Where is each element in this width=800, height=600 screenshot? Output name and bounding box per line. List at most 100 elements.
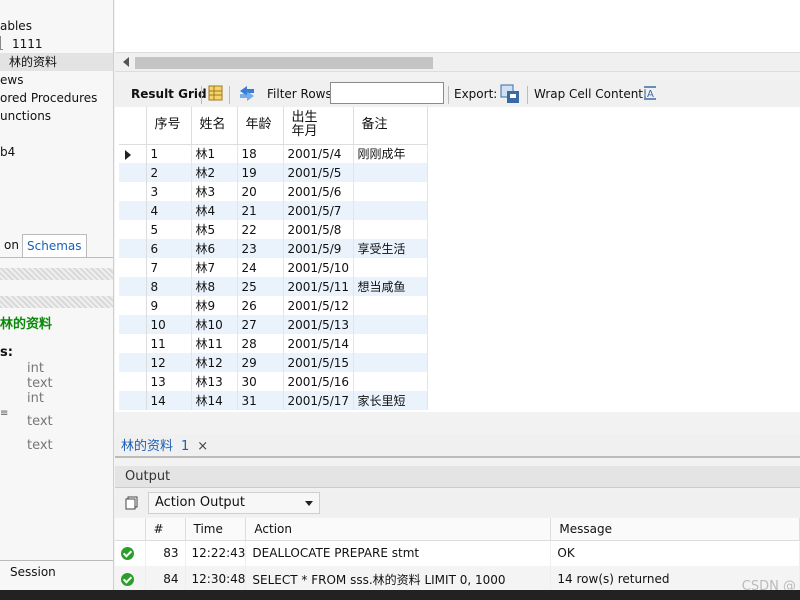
table-cell[interactable] bbox=[353, 220, 428, 239]
table-cell[interactable]: 家长里短 bbox=[353, 391, 428, 410]
table-cell[interactable]: 26 bbox=[237, 296, 284, 315]
table-cell[interactable]: 23 bbox=[237, 239, 284, 258]
table-cell[interactable]: 林1 bbox=[191, 144, 238, 163]
table-cell[interactable]: 11 bbox=[146, 334, 192, 353]
row-indicator[interactable] bbox=[119, 182, 147, 201]
tab-schemas[interactable]: Schemas bbox=[22, 234, 87, 257]
table-cell[interactable]: 林11 bbox=[191, 334, 238, 353]
table-cell[interactable]: 刚刚成年 bbox=[353, 144, 428, 163]
editor-horizontal-scrollbar[interactable] bbox=[115, 52, 800, 72]
table-cell[interactable]: 4 bbox=[146, 201, 192, 220]
row-indicator[interactable] bbox=[119, 144, 147, 163]
output-column-header[interactable]: Action bbox=[245, 518, 552, 541]
panel-divider[interactable] bbox=[0, 268, 113, 280]
table-cell[interactable]: 享受生活 bbox=[353, 239, 428, 258]
table-cell[interactable]: 林12 bbox=[191, 353, 238, 372]
table-cell[interactable]: 林3 bbox=[191, 182, 238, 201]
sql-editor[interactable] bbox=[115, 0, 800, 52]
filter-rows-input[interactable] bbox=[330, 82, 444, 104]
table-cell[interactable]: 25 bbox=[237, 277, 284, 296]
row-indicator[interactable] bbox=[119, 372, 147, 391]
tree-item-functions[interactable]: unctions bbox=[0, 107, 51, 125]
table-cell[interactable] bbox=[353, 182, 428, 201]
table-cell[interactable]: 2001/5/11 bbox=[283, 277, 354, 296]
scroll-left-arrow-icon[interactable] bbox=[123, 57, 129, 67]
table-cell[interactable]: 2001/5/12 bbox=[283, 296, 354, 315]
table-cell[interactable]: 2001/5/4 bbox=[283, 144, 354, 163]
output-column-header[interactable]: # bbox=[145, 518, 186, 541]
table-cell[interactable]: 12 bbox=[146, 353, 192, 372]
table-cell[interactable] bbox=[353, 372, 428, 391]
table-row[interactable]: 2 林2 19 2001/5/5 bbox=[119, 163, 428, 182]
table-cell[interactable]: 2001/5/15 bbox=[283, 353, 354, 372]
table-row[interactable]: 13 林13 30 2001/5/16 bbox=[119, 372, 428, 391]
table-row[interactable]: 9 林9 26 2001/5/12 bbox=[119, 296, 428, 315]
table-cell[interactable]: 2001/5/9 bbox=[283, 239, 354, 258]
column-header[interactable]: 出生 年月 bbox=[283, 107, 354, 145]
tree-item-lin-table[interactable]: 林的资料 bbox=[0, 53, 113, 71]
table-cell[interactable] bbox=[353, 296, 428, 315]
table-row[interactable]: 3 林3 20 2001/5/6 bbox=[119, 182, 428, 201]
row-indicator[interactable] bbox=[119, 277, 147, 296]
table-cell[interactable]: 3 bbox=[146, 182, 192, 201]
column-header[interactable]: 姓名 bbox=[191, 107, 238, 145]
row-indicator[interactable] bbox=[119, 391, 147, 410]
table-cell[interactable]: 31 bbox=[237, 391, 284, 410]
table-row[interactable]: 7 林7 24 2001/5/10 bbox=[119, 258, 428, 277]
table-cell[interactable]: 林13 bbox=[191, 372, 238, 391]
table-cell[interactable] bbox=[353, 258, 428, 277]
table-cell[interactable]: 林4 bbox=[191, 201, 238, 220]
table-cell[interactable]: 林9 bbox=[191, 296, 238, 315]
table-cell[interactable] bbox=[353, 353, 428, 372]
table-cell[interactable]: 林8 bbox=[191, 277, 238, 296]
grid-layout-icon[interactable] bbox=[207, 84, 227, 104]
column-header[interactable]: 序号 bbox=[146, 107, 192, 145]
tab-administration[interactable]: on bbox=[0, 234, 23, 257]
table-cell[interactable]: 2001/5/17 bbox=[283, 391, 354, 410]
table-row[interactable]: 8 林8 25 2001/5/11 想当咸鱼 bbox=[119, 277, 428, 296]
table-cell[interactable]: 林10 bbox=[191, 315, 238, 334]
table-cell[interactable]: 30 bbox=[237, 372, 284, 391]
panel-divider[interactable] bbox=[0, 296, 113, 308]
table-row[interactable]: 4 林4 21 2001/5/7 bbox=[119, 201, 428, 220]
close-icon[interactable]: × bbox=[197, 439, 208, 454]
table-cell[interactable]: 2001/5/5 bbox=[283, 163, 354, 182]
table-cell[interactable]: 林5 bbox=[191, 220, 238, 239]
row-indicator[interactable] bbox=[119, 334, 147, 353]
table-row[interactable]: 6 林6 23 2001/5/9 享受生活 bbox=[119, 239, 428, 258]
table-cell[interactable]: 13 bbox=[146, 372, 192, 391]
tree-item-views[interactable]: ews bbox=[0, 71, 23, 89]
table-cell[interactable]: 2001/5/8 bbox=[283, 220, 354, 239]
table-cell[interactable]: 7 bbox=[146, 258, 192, 277]
column-header[interactable]: 备注 bbox=[353, 107, 428, 145]
table-row[interactable]: 10 林10 27 2001/5/13 bbox=[119, 315, 428, 334]
refresh-filter-icon[interactable] bbox=[237, 84, 257, 104]
wrap-cell-icon[interactable]: A bbox=[642, 84, 662, 104]
table-cell[interactable] bbox=[353, 315, 428, 334]
table-cell[interactable]: 10 bbox=[146, 315, 192, 334]
row-indicator[interactable] bbox=[119, 258, 147, 277]
copy-icon[interactable] bbox=[125, 496, 139, 510]
table-cell[interactable]: 8 bbox=[146, 277, 192, 296]
row-indicator[interactable] bbox=[119, 353, 147, 372]
output-column-header[interactable]: Time bbox=[185, 518, 247, 541]
table-cell[interactable]: 2001/5/16 bbox=[283, 372, 354, 391]
table-cell[interactable]: 29 bbox=[237, 353, 284, 372]
table-cell[interactable]: 2001/5/10 bbox=[283, 258, 354, 277]
table-cell[interactable]: 20 bbox=[237, 182, 284, 201]
tree-item-1111[interactable]: 1111 bbox=[12, 35, 43, 53]
table-cell[interactable]: 21 bbox=[237, 201, 284, 220]
row-indicator[interactable] bbox=[119, 315, 147, 334]
table-cell[interactable]: 2001/5/14 bbox=[283, 334, 354, 353]
output-row[interactable]: 84 12:30:48 SELECT * FROM sss.林的资料 LIMIT 0… bbox=[115, 566, 800, 592]
row-indicator[interactable] bbox=[119, 201, 147, 220]
table-cell[interactable]: 林7 bbox=[191, 258, 238, 277]
table-cell[interactable]: 18 bbox=[237, 144, 284, 163]
table-cell[interactable] bbox=[353, 201, 428, 220]
table-row[interactable]: 1 林1 18 2001/5/4 刚刚成年 bbox=[119, 144, 428, 163]
tab-session[interactable]: Session bbox=[0, 560, 113, 582]
export-icon[interactable] bbox=[500, 84, 520, 104]
table-cell[interactable]: 2001/5/13 bbox=[283, 315, 354, 334]
table-cell[interactable]: 想当咸鱼 bbox=[353, 277, 428, 296]
tree-item-db4[interactable]: b4 bbox=[0, 143, 15, 161]
